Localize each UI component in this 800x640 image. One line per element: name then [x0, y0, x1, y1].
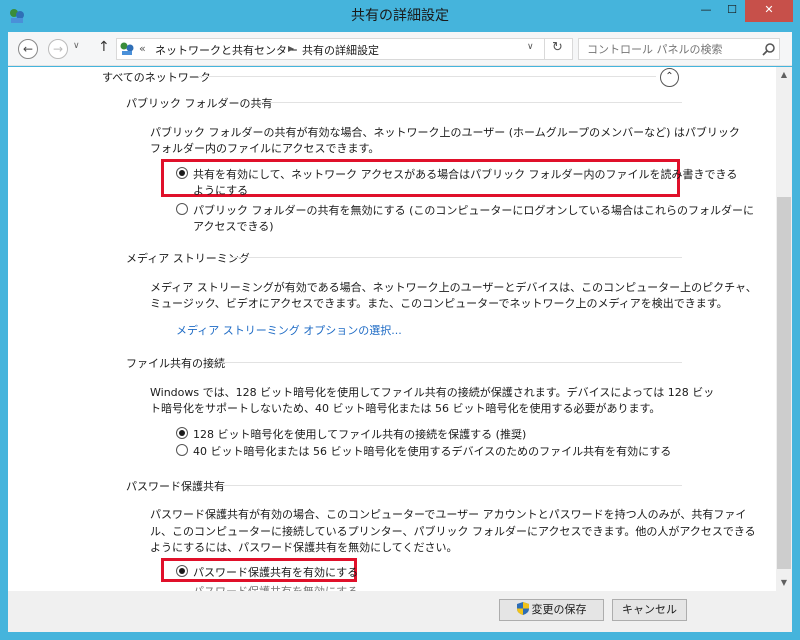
public-folder-heading: パブリック フォルダーの共有 [126, 97, 273, 110]
password-sharing-disable-label[interactable]: パスワード保護共有を無効にする [193, 583, 358, 591]
back-button[interactable]: ← [18, 39, 38, 59]
breadcrumb-advanced-sharing[interactable]: 共有の詳細設定 [302, 42, 379, 58]
public-folder-enable-label-2[interactable]: ようにする [193, 182, 248, 198]
encryption-40-56-label[interactable]: 40 ビット暗号化または 56 ビット暗号化を使用するデバイスのためのファイル共… [193, 443, 671, 459]
divider [258, 102, 682, 103]
window: 共有の詳細設定 — ☐ ✕ ← → ∨ ↑ « ネットワークと共有センター ▶ … [0, 0, 800, 640]
public-folder-disable-label-1[interactable]: パブリック フォルダーの共有を無効にする (このコンピューターにログオンしている… [193, 202, 754, 218]
refresh-icon[interactable]: ↻ [552, 40, 563, 55]
settings-content: すべてのネットワーク ⌃ パブリック フォルダーの共有 パブリック フォルダーの… [8, 67, 792, 591]
breadcrumb-separator-icon[interactable]: ▶ [288, 44, 294, 53]
title-bar: 共有の詳細設定 — ☐ ✕ [0, 0, 800, 32]
recent-locations-dropdown[interactable]: ∨ [73, 41, 80, 51]
uac-shield-icon [516, 602, 529, 615]
public-folder-description-1: パブリック フォルダーの共有が有効な場合、ネットワーク上のユーザー (ホームグル… [150, 126, 740, 139]
window-title: 共有の詳細設定 [351, 8, 449, 24]
encryption-128-label[interactable]: 128 ビット暗号化を使用してファイル共有の接続を保護する (推奨) [193, 426, 526, 442]
footer-bar: 変更の保存 キャンセル [8, 591, 792, 632]
cancel-button[interactable]: キャンセル [612, 599, 687, 621]
minimize-button[interactable]: — [693, 0, 719, 22]
forward-button[interactable]: → [48, 39, 68, 59]
scroll-down-icon[interactable]: ▼ [776, 575, 792, 591]
divider [198, 76, 656, 77]
vertical-scrollbar[interactable]: ▲ ▼ [776, 67, 792, 591]
network-icon [120, 42, 134, 55]
navigation-bar: ← → ∨ ↑ « ネットワークと共有センター ▶ 共有の詳細設定 ∨ ↻ [8, 32, 792, 66]
public-folder-enable-radio[interactable] [176, 167, 188, 179]
close-button[interactable]: ✕ [745, 0, 793, 22]
encryption-128-radio[interactable] [176, 427, 188, 439]
search-input[interactable] [579, 39, 759, 59]
password-sharing-heading: パスワード保護共有 [126, 480, 225, 493]
save-changes-label: 変更の保存 [531, 603, 587, 616]
file-sharing-description-2: ト暗号化をサポートしないため、40 ビット暗号化または 56 ビット暗号化を使用… [150, 402, 661, 415]
public-folder-enable-label-1[interactable]: 共有を有効にして、ネットワーク アクセスがある場合はパブリック フォルダー内のフ… [193, 166, 737, 182]
media-streaming-heading: メディア ストリーミング [126, 252, 250, 265]
search-icon[interactable] [762, 42, 776, 56]
media-streaming-description-2: ミュージック、ビデオにアクセスできます。また、このコンピューターでネットワーク上… [150, 297, 728, 310]
collapse-icon[interactable]: ⌃ [660, 68, 679, 87]
save-changes-button[interactable]: 変更の保存 [499, 599, 604, 621]
file-sharing-description-1: Windows では、128 ビット暗号化を使用してファイル共有の接続が保護され… [150, 386, 715, 399]
search-box[interactable] [578, 38, 780, 60]
address-dropdown-icon[interactable]: ∨ [527, 42, 534, 52]
divider [230, 257, 682, 258]
breadcrumb-overflow-icon[interactable]: « [139, 42, 146, 55]
public-folder-disable-radio[interactable] [176, 203, 188, 215]
all-networks-heading: すべてのネットワーク [102, 71, 211, 84]
scroll-thumb[interactable] [777, 197, 791, 569]
password-sharing-description-2: ル、このコンピューターに接続しているプリンター、パブリック フォルダーにアクセス… [150, 525, 756, 538]
media-streaming-description-1: メディア ストリーミングが有効である場合、ネットワーク上のユーザーとデバイスは、… [150, 281, 757, 294]
public-folder-disable-label-2[interactable]: アクセスできる) [193, 218, 274, 234]
up-button[interactable]: ↑ [98, 39, 110, 55]
public-folder-description-2: フォルダー内のファイルにアクセスできます。 [150, 142, 380, 155]
encryption-40-56-radio[interactable] [176, 444, 188, 456]
breadcrumb-network-sharing-center[interactable]: ネットワークと共有センター [155, 42, 298, 58]
file-sharing-heading: ファイル共有の接続 [126, 357, 225, 370]
password-sharing-description-3: ようにするには、パスワード保護共有を無効にしてください。 [150, 541, 458, 554]
scroll-up-icon[interactable]: ▲ [776, 67, 792, 83]
divider [222, 362, 682, 363]
maximize-button[interactable]: ☐ [719, 0, 745, 22]
password-sharing-enable-label[interactable]: パスワード保護共有を有効にする [193, 564, 358, 580]
password-sharing-description-1: パスワード保護共有が有効の場合、このコンピューターでユーザー アカウントとパスワ… [150, 508, 747, 521]
media-streaming-options-link[interactable]: メディア ストリーミング オプションの選択... [176, 322, 402, 338]
address-divider [544, 39, 545, 59]
divider [222, 485, 682, 486]
address-bar[interactable]: « ネットワークと共有センター ▶ 共有の詳細設定 ∨ ↻ [116, 38, 573, 60]
password-sharing-enable-radio[interactable] [176, 565, 188, 577]
